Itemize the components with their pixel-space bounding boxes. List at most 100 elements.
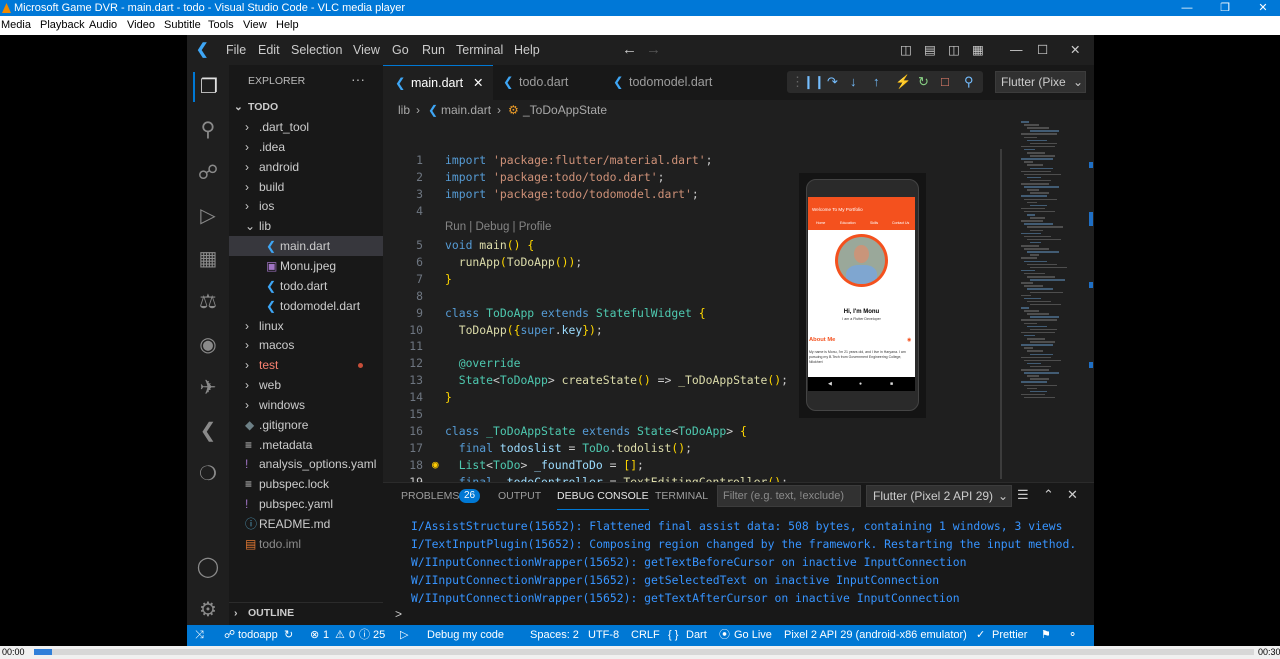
vs-close-icon[interactable]: ✕ xyxy=(1070,35,1080,65)
code-line[interactable]: import 'package:todo/todo.dart'; xyxy=(445,170,664,184)
menu-terminal[interactable]: Terminal xyxy=(456,35,503,65)
minimap[interactable] xyxy=(1016,117,1094,482)
menu-playback[interactable]: Playback xyxy=(40,16,85,35)
tree-item[interactable]: › linux xyxy=(229,316,383,336)
tree-item[interactable]: ❮ main.dart xyxy=(229,236,383,257)
breadcrumb-lib[interactable]: lib xyxy=(398,103,410,117)
hot-reload-icon[interactable]: ⚡ xyxy=(895,71,911,93)
phone-nav-education[interactable]: Education xyxy=(840,221,856,225)
breadcrumb-class[interactable]: _ToDoAppState xyxy=(523,103,607,117)
more-actions-icon[interactable]: ··· xyxy=(351,71,365,87)
minimize-icon[interactable]: — xyxy=(1167,0,1207,16)
forward-arrow-icon[interactable]: → xyxy=(646,35,661,65)
python-icon[interactable]: ◉ xyxy=(193,330,223,360)
error-count[interactable]: 1 xyxy=(323,625,329,646)
code-line[interactable]: class _ToDoAppState extends State<ToDoAp… xyxy=(445,424,747,438)
console-prompt[interactable]: > xyxy=(395,607,402,621)
lightbulb-icon[interactable]: ◉ xyxy=(432,458,439,471)
menu-view[interactable]: View xyxy=(243,16,267,35)
debug-config[interactable]: Debug my code xyxy=(427,625,504,646)
android-home-icon[interactable]: ● xyxy=(859,377,862,391)
tree-item[interactable]: ◆ .gitignore xyxy=(229,415,383,435)
settings-gear-icon[interactable]: ⚙ xyxy=(193,595,223,625)
debug-session-select[interactable]: Flutter (Pixel 2 API 29) ⌄ xyxy=(866,485,1012,507)
tab-todomodel-dart[interactable]: ❮ todomodel.dart xyxy=(599,65,729,100)
remote-indicator-icon[interactable]: ⤨ xyxy=(195,625,204,646)
tree-item[interactable]: ! analysis_options.yaml xyxy=(229,454,383,474)
warning-count[interactable]: 0 xyxy=(349,625,355,646)
stop-icon[interactable]: □ xyxy=(941,71,949,93)
phone-nav-skills[interactable]: Skills xyxy=(870,221,878,225)
section-outline[interactable]: › OUTLINE xyxy=(229,602,383,622)
pause-icon[interactable]: ❙❙ xyxy=(803,71,825,93)
code-line[interactable]: import 'package:todo/todomodel.dart'; xyxy=(445,187,699,201)
account-icon[interactable]: ◯ xyxy=(193,552,223,582)
menu-go[interactable]: Go xyxy=(392,35,409,65)
tree-item[interactable]: › android xyxy=(229,157,383,177)
tree-item[interactable]: › .idea xyxy=(229,137,383,157)
tree-item[interactable]: ⌄ lib xyxy=(229,216,383,236)
flutter-icon[interactable]: ❮ xyxy=(193,416,223,446)
menu-media[interactable]: Media xyxy=(1,16,31,35)
menu-help[interactable]: Help xyxy=(514,35,540,65)
step-into-icon[interactable]: ↓ xyxy=(850,71,857,93)
tab-debug-console[interactable]: DEBUG CONSOLE xyxy=(557,483,649,510)
remote-icon[interactable]: ✈ xyxy=(193,373,223,403)
vs-maximize-icon[interactable]: ☐ xyxy=(1037,35,1048,65)
tree-item[interactable]: ❮ todo.dart xyxy=(229,276,383,296)
menu-run[interactable]: Run xyxy=(422,35,445,65)
figma-icon[interactable]: ❍ xyxy=(193,459,223,489)
restart-icon[interactable]: ↻ xyxy=(918,71,929,93)
go-live-button[interactable]: Go Live xyxy=(734,625,772,646)
tree-item[interactable]: › web xyxy=(229,375,383,395)
tab-close-icon[interactable]: ✕ xyxy=(473,66,483,101)
source-control-icon[interactable]: ☍ xyxy=(193,158,223,188)
menu-subtitle[interactable]: Subtitle xyxy=(164,16,201,35)
tree-item[interactable]: › .dart_tool xyxy=(229,117,383,137)
menu-view[interactable]: View xyxy=(353,35,380,65)
menu-tools[interactable]: Tools xyxy=(208,16,234,35)
devtools-search-icon[interactable]: ⚲ xyxy=(964,71,974,93)
menu-edit[interactable]: Edit xyxy=(258,35,280,65)
tree-item[interactable]: › ios xyxy=(229,196,383,216)
codelens[interactable]: Run | Debug | Profile xyxy=(445,221,551,233)
testing-icon[interactable]: ⚖ xyxy=(193,287,223,317)
clear-console-icon[interactable]: ☰ xyxy=(1017,487,1029,503)
phone-nav-contact[interactable]: Contact Us xyxy=(892,221,909,225)
maximize-panel-icon[interactable]: ⌃ xyxy=(1043,487,1054,503)
explorer-icon[interactable]: ❐ xyxy=(193,72,223,102)
tree-item[interactable]: ▤ todo.iml xyxy=(229,534,383,554)
tree-item[interactable]: ❮ todomodel.dart xyxy=(229,296,383,316)
toggle-secondary-icon[interactable]: ◫ xyxy=(948,35,960,65)
tree-item[interactable]: › windows xyxy=(229,395,383,415)
tree-item[interactable]: ≡ pubspec.lock xyxy=(229,474,383,494)
editor-scrollbar[interactable] xyxy=(1000,149,1002,479)
code-line[interactable]: runApp(ToDoApp()); xyxy=(445,255,582,269)
tab-main-dart[interactable]: ❮ main.dart ✕ xyxy=(383,65,493,100)
maximize-icon[interactable]: ❐ xyxy=(1205,0,1245,16)
language-mode[interactable]: Dart xyxy=(686,625,707,646)
prettier-status[interactable]: Prettier xyxy=(992,625,1027,646)
tab-problems[interactable]: PROBLEMS xyxy=(401,483,459,509)
code-line[interactable]: void main() { xyxy=(445,238,534,252)
step-over-icon[interactable]: ↷ xyxy=(827,71,838,93)
tree-item[interactable]: ! pubspec.yaml xyxy=(229,494,383,514)
info-count[interactable]: 25 xyxy=(373,625,385,646)
android-back-icon[interactable]: ◀ xyxy=(828,377,832,391)
tab-todo-dart[interactable]: ❮ todo.dart xyxy=(493,65,599,100)
menu-selection[interactable]: Selection xyxy=(291,35,342,65)
code-line[interactable]: } xyxy=(445,272,452,286)
code-line[interactable]: final todoslist = ToDo.todolist(); xyxy=(445,441,692,455)
step-out-icon[interactable]: ↑ xyxy=(873,71,880,93)
code-line[interactable]: @override xyxy=(445,356,521,370)
breadcrumb-main-dart[interactable]: main.dart xyxy=(441,103,491,117)
debug-device-select[interactable]: Flutter (Pixe ⌄ xyxy=(995,71,1086,93)
encoding[interactable]: UTF-8 xyxy=(588,625,619,646)
code-line[interactable]: } xyxy=(445,390,452,404)
code-line[interactable]: import 'package:flutter/material.dart'; xyxy=(445,153,712,167)
tree-item[interactable]: › test xyxy=(229,355,383,375)
close-panel-icon[interactable]: ✕ xyxy=(1067,487,1078,503)
sync-icon[interactable]: ↻ xyxy=(284,625,293,646)
tree-item[interactable]: › build xyxy=(229,177,383,197)
code-line[interactable]: ToDoApp({super.key}); xyxy=(445,323,603,337)
